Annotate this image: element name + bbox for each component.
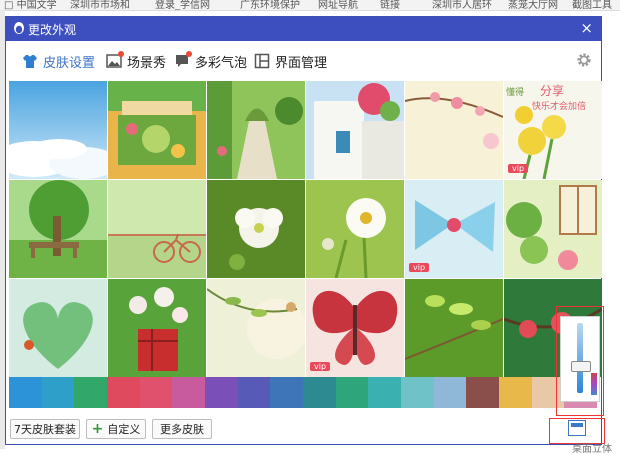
window-mode-icon[interactable] <box>568 420 586 436</box>
color-swatch[interactable] <box>368 377 402 408</box>
skin-tile-green-bicycle[interactable] <box>108 180 206 278</box>
bookmark-item: 广东环境保护 <box>240 0 300 11</box>
tab-scene-show[interactable]: 场景秀 <box>106 51 166 71</box>
tab-label: 场景秀 <box>127 55 167 71</box>
color-swatch[interactable] <box>107 377 140 408</box>
skin-tile-butterfly[interactable]: vip <box>306 279 404 377</box>
notification-dot <box>118 51 124 57</box>
bookmark-item: 网址导航 <box>318 0 358 11</box>
window-title: 更改外观 <box>28 23 77 37</box>
skin-tile-heart-leaf[interactable] <box>9 279 107 377</box>
vip-badge: vip <box>508 164 529 173</box>
skin-tile-sky-clouds[interactable] <box>9 81 107 179</box>
bookmark-item: 深圳市市场和 <box>70 0 130 11</box>
color-swatch[interactable] <box>466 377 500 408</box>
bookmark-item: 蒸笼大厅网 <box>508 0 558 11</box>
title-bar[interactable]: 更改外观 × <box>6 17 601 41</box>
skin-tile-green-buds[interactable] <box>405 279 503 377</box>
tab-skin-settings[interactable]: 皮肤设置 <box>22 51 95 71</box>
notification-dot <box>186 51 192 57</box>
tile-text: 懂得 <box>506 86 524 98</box>
skin-tile-white-flower[interactable] <box>207 180 305 278</box>
skin-tile-white-stairs[interactable] <box>306 81 404 179</box>
color-swatch[interactable] <box>335 377 369 408</box>
skin-grid: 懂得 分享 快乐才会加倍 vip vip vip <box>9 81 602 377</box>
bookmark-item: 深圳市人居环 <box>432 0 492 11</box>
transparency-slider-panel <box>560 316 600 402</box>
color-swatch[interactable] <box>74 377 108 408</box>
transparency-slider-thumb[interactable] <box>571 361 591 372</box>
tab-colorful-bubbles[interactable]: 多彩气泡 <box>174 51 247 71</box>
bookmark-item: 截图工具 <box>572 0 612 11</box>
custom-button-label: 自定义 <box>107 423 141 436</box>
tab-label: 多彩气泡 <box>195 55 248 71</box>
skin-tile-garden-arch[interactable] <box>207 81 305 179</box>
color-swatch[interactable] <box>205 377 238 408</box>
color-swatch[interactable] <box>270 377 304 408</box>
gear-icon[interactable] <box>576 52 592 68</box>
close-button[interactable]: × <box>580 19 593 37</box>
skin-tile-flower-pot[interactable] <box>108 279 206 377</box>
layout-icon <box>254 53 270 69</box>
tab-interface-management[interactable]: 界面管理 <box>254 51 327 71</box>
penguin-icon <box>14 22 24 34</box>
bookmark-item: □ 中国文学 <box>4 0 57 11</box>
bookmark-item: 登录_学信网 <box>155 0 210 11</box>
background-footer-text: 桌面立体 <box>572 444 612 455</box>
color-swatch[interactable] <box>303 377 336 408</box>
plus-icon: + <box>91 421 104 437</box>
vip-badge: vip <box>310 362 331 371</box>
skin-tile-blue-bow[interactable]: vip <box>405 180 503 278</box>
color-swatch[interactable] <box>433 377 467 408</box>
bubble-icon <box>174 51 192 69</box>
tab-label: 界面管理 <box>275 55 328 71</box>
bookmark-item: 链接 <box>380 0 400 11</box>
color-swatch[interactable] <box>139 377 173 408</box>
tile-text: 分享 <box>540 83 564 98</box>
vip-badge: vip <box>409 263 430 272</box>
color-swatch[interactable] <box>9 377 42 408</box>
tab-label: 皮肤设置 <box>43 55 96 71</box>
seven-day-skin-suit-button[interactable]: 7天皮肤套装 <box>10 419 80 439</box>
transparency-slider-track[interactable] <box>577 323 583 393</box>
skin-tile-cosmos-flower[interactable] <box>306 180 404 278</box>
color-gradient-bar <box>591 373 597 395</box>
shirt-icon <box>23 55 37 68</box>
custom-button[interactable]: + 自定义 <box>86 419 146 439</box>
picture-icon <box>106 51 124 69</box>
color-swatch[interactable] <box>41 377 75 408</box>
skin-tile-yellow-daisies[interactable]: 懂得 分享 快乐才会加倍 vip <box>504 81 602 179</box>
tab-bar: 皮肤设置 场景秀 多彩气泡 界面管理 <box>6 41 601 81</box>
skin-tile-pink-blossom[interactable] <box>405 81 503 179</box>
color-palette <box>9 377 598 408</box>
more-skins-button[interactable]: 更多皮肤 <box>152 419 212 439</box>
skin-tile-tree-bench[interactable] <box>9 180 107 278</box>
color-swatch[interactable] <box>172 377 206 408</box>
skin-tile-green-window[interactable] <box>504 180 602 278</box>
color-swatch[interactable] <box>401 377 434 408</box>
skin-tile-sun-branch[interactable] <box>207 279 305 377</box>
color-swatch[interactable] <box>499 377 532 408</box>
tile-text: 快乐才会加倍 <box>532 100 586 112</box>
change-appearance-dialog: 更改外观 × 皮肤设置 场景秀 多彩气泡 界面管理 懂得 分享 快乐才会加倍 v… <box>5 16 602 445</box>
background-bookmark-bar: □ 中国文学 深圳市市场和 登录_学信网 广东环境保护 网址导航 链接 深圳市人… <box>0 0 620 11</box>
color-swatch[interactable] <box>237 377 271 408</box>
skin-tile-flower-cart[interactable] <box>108 81 206 179</box>
